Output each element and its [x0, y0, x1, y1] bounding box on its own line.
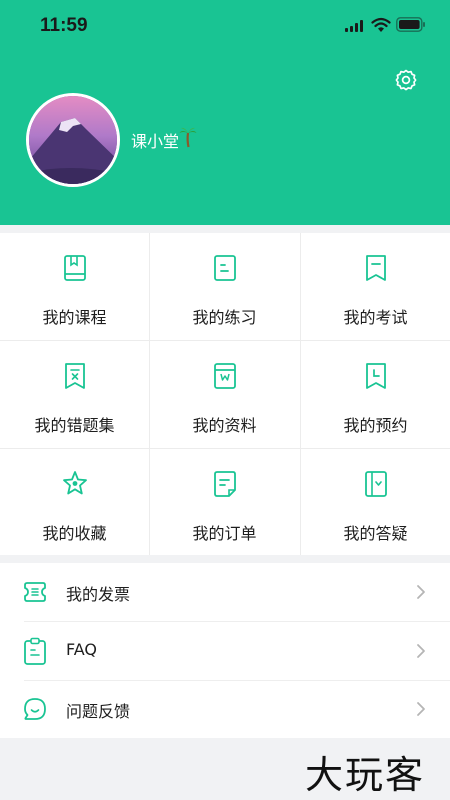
menu-my-qa[interactable]: 我的答疑 — [301, 449, 450, 555]
list-item-label: FAQ — [66, 640, 97, 659]
settings-icon[interactable] — [395, 69, 417, 91]
menu-my-materials[interactable]: 我的资料 — [150, 341, 299, 447]
menu-label: 我的考试 — [343, 308, 408, 327]
menu-label: 我的订单 — [192, 524, 257, 543]
watermark-logo: 大玩客 — [305, 753, 426, 797]
palm-tree-icon — [179, 127, 197, 148]
menu-label: 我的练习 — [192, 308, 257, 327]
grid-divider — [0, 448, 450, 449]
avatar-mountain-image — [29, 96, 117, 184]
profile-header: 11:59 课小堂 — [0, 0, 450, 225]
menu-my-mistakes[interactable]: 我的错题集 — [0, 341, 149, 447]
grid-divider — [149, 233, 150, 555]
qa-book-icon — [365, 471, 387, 497]
chevron-right-icon — [417, 644, 425, 658]
menu-label: 我的资料 — [192, 416, 257, 435]
bookmark-icon — [366, 255, 386, 281]
clock-bookmark-icon — [366, 363, 386, 389]
menu-label: 我的课程 — [42, 308, 107, 327]
settings-list: 我的发票 FAQ 问题反馈 — [0, 563, 450, 738]
signal-icon — [345, 20, 363, 32]
chevron-right-icon — [417, 702, 425, 716]
status-time: 11:59 — [40, 15, 88, 36]
list-item-label: 我的发票 — [66, 585, 131, 604]
star-icon — [63, 471, 87, 495]
menu-label: 我的收藏 — [42, 524, 107, 543]
menu-my-appointments[interactable]: 我的预约 — [301, 341, 450, 447]
battery-icon — [396, 17, 425, 32]
feedback-icon — [24, 698, 46, 720]
avatar[interactable] — [26, 93, 120, 187]
book-icon — [64, 255, 86, 281]
list-item-feedback[interactable]: 问题反馈 — [0, 680, 450, 738]
order-icon — [214, 471, 236, 497]
menu-my-practice[interactable]: 我的练习 — [150, 233, 299, 339]
invoice-icon — [24, 582, 46, 602]
grid-divider — [0, 340, 450, 341]
clipboard-icon — [24, 637, 46, 665]
menu-label: 我的错题集 — [34, 416, 115, 435]
status-bar: 11:59 — [0, 0, 450, 52]
list-item-invoices[interactable]: 我的发票 — [0, 563, 450, 621]
wifi-icon — [371, 17, 391, 32]
menu-my-courses[interactable]: 我的课程 — [0, 233, 149, 339]
materials-icon — [214, 363, 236, 389]
document-icon — [214, 255, 236, 281]
menu-grid: 我的课程 我的练习 我的考试 我的错题集 我的资料 我的预约 我的收藏 我的订单… — [0, 233, 450, 555]
chevron-right-icon — [417, 585, 425, 599]
menu-my-favorites[interactable]: 我的收藏 — [0, 449, 149, 555]
menu-label: 我的预约 — [343, 416, 408, 435]
menu-my-orders[interactable]: 我的订单 — [150, 449, 299, 555]
username: 课小堂 — [131, 132, 180, 151]
menu-my-exams[interactable]: 我的考试 — [301, 233, 450, 339]
menu-label: 我的答疑 — [343, 524, 408, 543]
wrong-bookmark-icon — [65, 363, 85, 389]
list-item-label: 问题反馈 — [66, 702, 131, 721]
list-item-faq[interactable]: FAQ — [0, 622, 450, 680]
grid-divider — [300, 233, 301, 555]
